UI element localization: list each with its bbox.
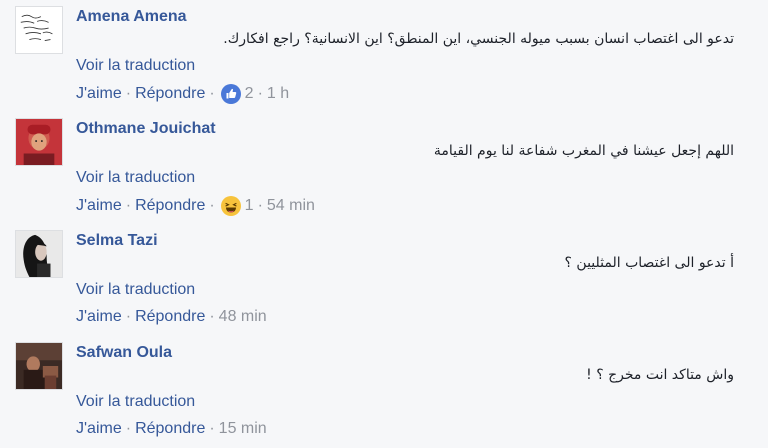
separator-dot: · (209, 308, 215, 325)
comment-actions: J'aime · Répondre · 1 · 54 min (76, 196, 315, 216)
comment-time[interactable]: 48 min (219, 308, 267, 326)
commenter-name[interactable]: Selma Tazi (76, 232, 158, 250)
separator-dot: · (125, 420, 132, 437)
reply-link[interactable]: Répondre (135, 85, 205, 103)
like-link[interactable]: J'aime (76, 420, 122, 438)
like-link[interactable]: J'aime (76, 85, 122, 103)
avatar[interactable] (15, 6, 63, 54)
comment-actions: J'aime · Répondre · 2 · 1 h (76, 84, 289, 104)
like-icon[interactable] (220, 84, 241, 104)
comment-item: Selma Tazi أ تدعو الى اغتصاب المثليين ؟ … (0, 224, 768, 336)
reply-link[interactable]: Répondre (135, 308, 205, 326)
commenter-name[interactable]: Othmane Jouichat (76, 120, 216, 138)
reply-link[interactable]: Répondre (135, 197, 205, 215)
commenter-name[interactable]: Safwan Oula (76, 344, 172, 362)
reaction-count[interactable]: 2 (245, 85, 254, 103)
comment-item: Amena Amena تدعو الى اغتصاب انسان بسبب م… (0, 0, 768, 112)
comment-actions: J'aime · Répondre · 15 min (76, 420, 267, 438)
avatar[interactable] (15, 230, 63, 278)
separator-dot: · (209, 420, 215, 437)
separator-dot: · (125, 308, 132, 325)
separator-dot: · (209, 197, 215, 214)
avatar[interactable] (15, 118, 63, 166)
separator-dot: · (257, 197, 263, 214)
like-link[interactable]: J'aime (76, 197, 122, 215)
separator-dot: · (209, 85, 215, 102)
comment-item: Safwan Oula واش متاكد انت مخرج ؟ ! Voir … (0, 336, 768, 448)
commenter-name[interactable]: Amena Amena (76, 8, 187, 26)
comment-actions: J'aime · Répondre · 48 min (76, 308, 267, 326)
see-translation-link[interactable]: Voir la traduction (76, 393, 195, 411)
separator-dot: · (257, 85, 263, 102)
see-translation-link[interactable]: Voir la traduction (76, 57, 195, 75)
like-link[interactable]: J'aime (76, 308, 122, 326)
comment-text: واش متاكد انت مخرج ؟ ! (586, 367, 734, 383)
avatar[interactable] (15, 342, 63, 390)
comment-time[interactable]: 54 min (267, 197, 315, 215)
comment-item: Othmane Jouichat اللهم إجعل عيشنا في الم… (0, 112, 768, 224)
comment-time[interactable]: 15 min (219, 420, 267, 438)
comment-time[interactable]: 1 h (267, 85, 289, 103)
comment-text: تدعو الى اغتصاب انسان بسبب ميوله الجنسي،… (223, 31, 734, 47)
reply-link[interactable]: Répondre (135, 420, 205, 438)
separator-dot: · (125, 197, 132, 214)
see-translation-link[interactable]: Voir la traduction (76, 281, 195, 299)
comment-text: أ تدعو الى اغتصاب المثليين ؟ (564, 255, 734, 271)
separator-dot: · (125, 85, 132, 102)
see-translation-link[interactable]: Voir la traduction (76, 169, 195, 187)
reaction-count[interactable]: 1 (245, 197, 254, 215)
comment-text: اللهم إجعل عيشنا في المغرب شفاعة لنا يوم… (433, 143, 734, 159)
haha-icon[interactable] (220, 196, 241, 216)
